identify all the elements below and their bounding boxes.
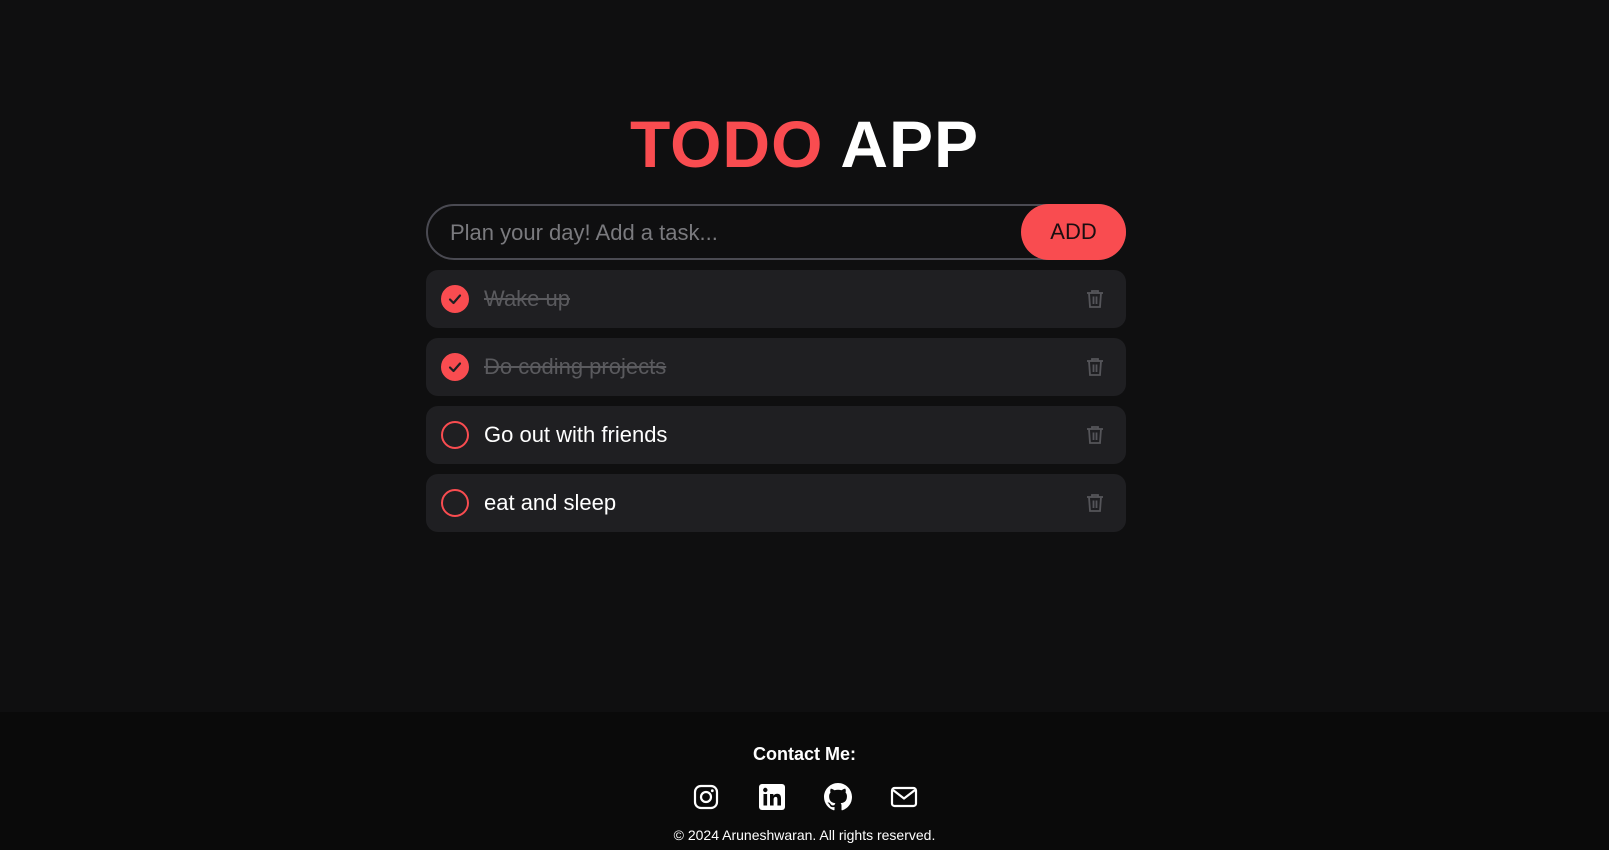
check-icon — [448, 362, 462, 373]
trash-icon[interactable] — [1084, 424, 1106, 446]
linkedin-icon[interactable] — [757, 782, 787, 812]
social-links — [0, 782, 1609, 812]
task-label: eat and sleep — [484, 490, 617, 515]
task-checkbox-checked[interactable] — [441, 353, 469, 381]
title-app: APP — [840, 107, 980, 181]
todo-page: TODO APP ADD Wake up Do coding projects … — [0, 0, 1609, 850]
task-item: Wake up — [426, 270, 1126, 328]
instagram-icon[interactable] — [691, 782, 721, 812]
copyright-text: © 2024 Aruneshwaran. All rights reserved… — [673, 827, 936, 843]
github-icon[interactable] — [823, 782, 853, 812]
footer: Contact Me: © 2024 Aruneshwaran. All rig… — [0, 712, 1609, 850]
task-list: Wake up Do coding projects Go out with f… — [426, 270, 1126, 542]
trash-icon[interactable] — [1084, 356, 1106, 378]
task-input[interactable] — [448, 206, 1012, 260]
trash-icon[interactable] — [1084, 288, 1106, 310]
task-checkbox-checked[interactable] — [441, 285, 469, 313]
task-checkbox[interactable] — [441, 489, 469, 517]
trash-icon[interactable] — [1084, 492, 1106, 514]
check-icon — [448, 294, 462, 305]
task-label: Wake up — [484, 286, 571, 311]
task-item: eat and sleep — [426, 474, 1126, 532]
contact-label: Contact Me: — [753, 744, 856, 764]
task-item: Go out with friends — [426, 406, 1126, 464]
task-label: Go out with friends — [484, 422, 668, 447]
task-label: Do coding projects — [484, 354, 667, 379]
page-title: TODO APP — [0, 104, 1609, 184]
title-todo: TODO — [629, 107, 824, 181]
task-item: Do coding projects — [426, 338, 1126, 396]
mail-icon[interactable] — [889, 782, 919, 812]
task-checkbox[interactable] — [441, 421, 469, 449]
add-task-button[interactable]: ADD — [1021, 204, 1126, 260]
